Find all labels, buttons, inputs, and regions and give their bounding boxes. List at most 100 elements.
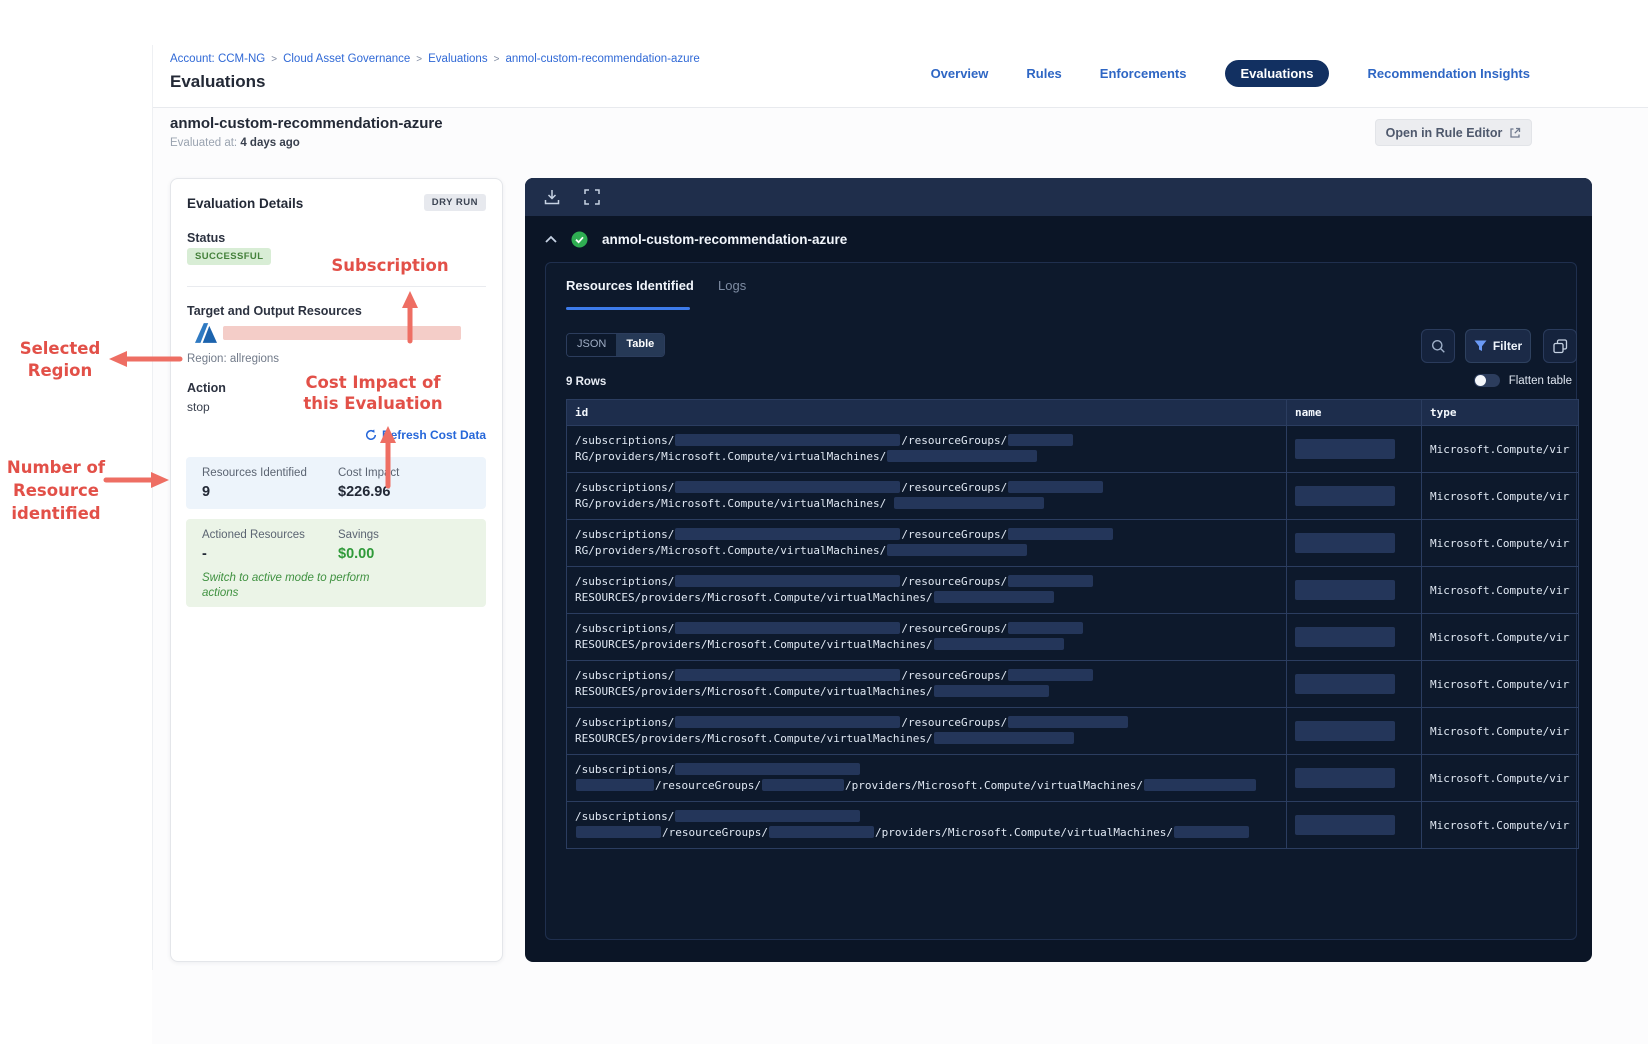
breadcrumb-link[interactable]: anmol-custom-recommendation-azure <box>505 53 699 65</box>
tab-logs[interactable]: Logs <box>718 278 746 293</box>
viewer-toolbar <box>525 178 1592 216</box>
resource-type-text: Microsoft.Compute/virtu <box>1430 489 1570 503</box>
actioned-resources: Actioned Resources - <box>202 529 305 562</box>
resource-type-text: Microsoft.Compute/virtu <box>1430 677 1570 691</box>
nav-tab-recommendation-insights[interactable]: Recommendation Insights <box>1367 66 1530 81</box>
open-rule-editor-button[interactable]: Open in Rule Editor <box>1375 119 1532 146</box>
nav-tab-overview[interactable]: Overview <box>931 66 989 81</box>
table-row[interactable]: /subscriptions/ /resourceGroups/RESOURCES… <box>566 660 1579 708</box>
table-row[interactable]: /subscriptions/ /resourceGroups/RG/provid… <box>566 472 1579 520</box>
redacted-text <box>675 669 901 681</box>
view-mode-table[interactable]: Table <box>616 334 665 356</box>
breadcrumb: Account: CCM-NG > Cloud Asset Governance > E… <box>170 53 700 65</box>
resource-path-text: /resourceGroups/ <box>655 779 761 792</box>
table-row[interactable]: /subscriptions/ /resourceGroups/RG/provid… <box>566 519 1579 567</box>
annotation-subscription: Subscription <box>331 256 449 275</box>
redacted-text <box>768 826 874 838</box>
resource-path-text: RG/providers/Microsoft.Compute/virtualMa… <box>575 497 893 510</box>
table-row[interactable]: /subscriptions/ /resourceGroups/RG/provid… <box>566 425 1579 473</box>
nav-tab-rules[interactable]: Rules <box>1026 66 1061 81</box>
cell-name <box>1286 472 1422 520</box>
flatten-toggle-switch[interactable] <box>1473 374 1500 387</box>
redacted-text <box>675 763 861 775</box>
resource-viewer-panel: anmol-custom-recommendation-azure Resour… <box>525 178 1592 962</box>
resource-path-text: RESOURCES/providers/Microsoft.Compute/vi… <box>575 685 933 698</box>
savings: Savings $0.00 <box>338 529 379 562</box>
status-label: Status <box>187 231 226 245</box>
cost-impact: Cost Impact $226.96 <box>338 467 399 500</box>
cell-type: Microsoft.Compute/virtu <box>1421 613 1579 661</box>
download-icon[interactable] <box>543 188 561 206</box>
chevron-up-icon[interactable] <box>545 235 557 243</box>
nav-tab-enforcements[interactable]: Enforcements <box>1100 66 1187 81</box>
cell-type: Microsoft.Compute/virtu <box>1421 519 1579 567</box>
divider <box>187 286 486 287</box>
search-button[interactable] <box>1421 329 1455 363</box>
filter-funnel-icon <box>1474 340 1487 351</box>
region-text: Region: allregions <box>187 353 280 365</box>
view-mode-json[interactable]: JSON <box>567 334 617 356</box>
breadcrumb-link[interactable]: Evaluations <box>428 53 487 65</box>
actioned-resources-value: - <box>202 546 207 562</box>
resource-path-text: /subscriptions/ <box>575 810 675 823</box>
action-value: stop <box>187 400 210 414</box>
resource-type-text: Microsoft.Compute/virtu <box>1430 771 1570 785</box>
table-row[interactable]: /subscriptions/ /resourceGroups/ /provider… <box>566 801 1579 849</box>
active-tab-underline <box>566 307 690 310</box>
breadcrumb-link[interactable]: Account: CCM-NG <box>170 53 265 65</box>
redacted-text <box>675 528 901 540</box>
table-row[interactable]: /subscriptions/ /resourceGroups/RESOURCES… <box>566 613 1579 661</box>
redacted-text <box>1008 528 1114 540</box>
savings-value: $0.00 <box>338 546 375 562</box>
toggle-knob <box>1474 375 1486 386</box>
evaluation-details-card: Evaluation Details DRY RUN Status SUCCES… <box>170 178 503 962</box>
cell-name <box>1286 613 1422 661</box>
redacted-text <box>1008 622 1084 634</box>
cell-id: /subscriptions/ /resourceGroups/RG/provid… <box>566 425 1287 473</box>
cell-id: /subscriptions/ /resourceGroups/RESOURCES… <box>566 660 1287 708</box>
rows-count: 9 Rows <box>566 376 607 388</box>
resource-path-text: /subscriptions/ <box>575 528 675 541</box>
cell-type: Microsoft.Compute/virtu <box>1421 660 1579 708</box>
cell-type: Microsoft.Compute/virtu <box>1421 472 1579 520</box>
redacted-text <box>675 434 901 446</box>
cell-id: /subscriptions/ /resourceGroups/RG/provid… <box>566 472 1287 520</box>
breadcrumb-link[interactable]: Cloud Asset Governance <box>283 53 410 65</box>
redacted-text <box>1008 716 1129 728</box>
resource-type-text: Microsoft.Compute/virtu <box>1430 536 1570 550</box>
cell-type: Microsoft.Compute/virtu <box>1421 754 1579 802</box>
redacted-name <box>1295 815 1395 835</box>
column-header-id: id <box>566 399 1287 426</box>
table-row[interactable]: /subscriptions/ /resourceGroups/RESOURCES… <box>566 566 1579 614</box>
redacted-name <box>1295 768 1395 788</box>
redacted-subscription-bar <box>223 326 461 340</box>
resource-path-text: RESOURCES/providers/Microsoft.Compute/vi… <box>575 732 933 745</box>
redacted-name <box>1295 627 1395 647</box>
cell-type: Microsoft.Compute/virtu <box>1421 707 1579 755</box>
redacted-name <box>1295 533 1395 553</box>
cell-id: /subscriptions/ /resourceGroups/ /provider… <box>566 801 1287 849</box>
actioned-resources-label: Actioned Resources <box>202 529 305 541</box>
top-nav: Overview Rules Enforcements Evaluations Reco… <box>931 60 1530 87</box>
resource-path-text: /resourceGroups/ <box>901 716 1008 729</box>
refresh-cost-data-link[interactable]: Refresh Cost Data <box>365 428 486 442</box>
flatten-table-control[interactable]: Flatten table <box>1473 374 1572 387</box>
redacted-text <box>675 716 901 728</box>
viewer-card: Resources Identified Logs JSON Table Fil… <box>545 262 1579 940</box>
nav-tab-evaluations[interactable]: Evaluations <box>1224 60 1330 87</box>
resource-path-text: RG/providers/Microsoft.Compute/virtualMa… <box>575 450 887 463</box>
filter-button[interactable]: Filter <box>1465 329 1531 363</box>
resource-type-text: Microsoft.Compute/virtu <box>1430 818 1570 832</box>
tab-resources-identified[interactable]: Resources Identified <box>566 278 694 293</box>
redacted-text <box>887 450 1038 462</box>
open-rule-editor-label: Open in Rule Editor <box>1385 125 1503 140</box>
cell-type: Microsoft.Compute/virtu <box>1421 425 1579 473</box>
copy-button[interactable] <box>1543 329 1577 363</box>
cell-id: /subscriptions/ /resourceGroups/RESOURCES… <box>566 566 1287 614</box>
resource-path-text: /subscriptions/ <box>575 716 675 729</box>
resource-path-text: /resourceGroups/ <box>901 575 1008 588</box>
fullscreen-icon[interactable] <box>583 188 601 206</box>
table-row[interactable]: /subscriptions/ /resourceGroups/ /provider… <box>566 754 1579 802</box>
table-row[interactable]: /subscriptions/ /resourceGroups/RESOURCES… <box>566 707 1579 755</box>
redacted-text <box>933 638 1064 650</box>
